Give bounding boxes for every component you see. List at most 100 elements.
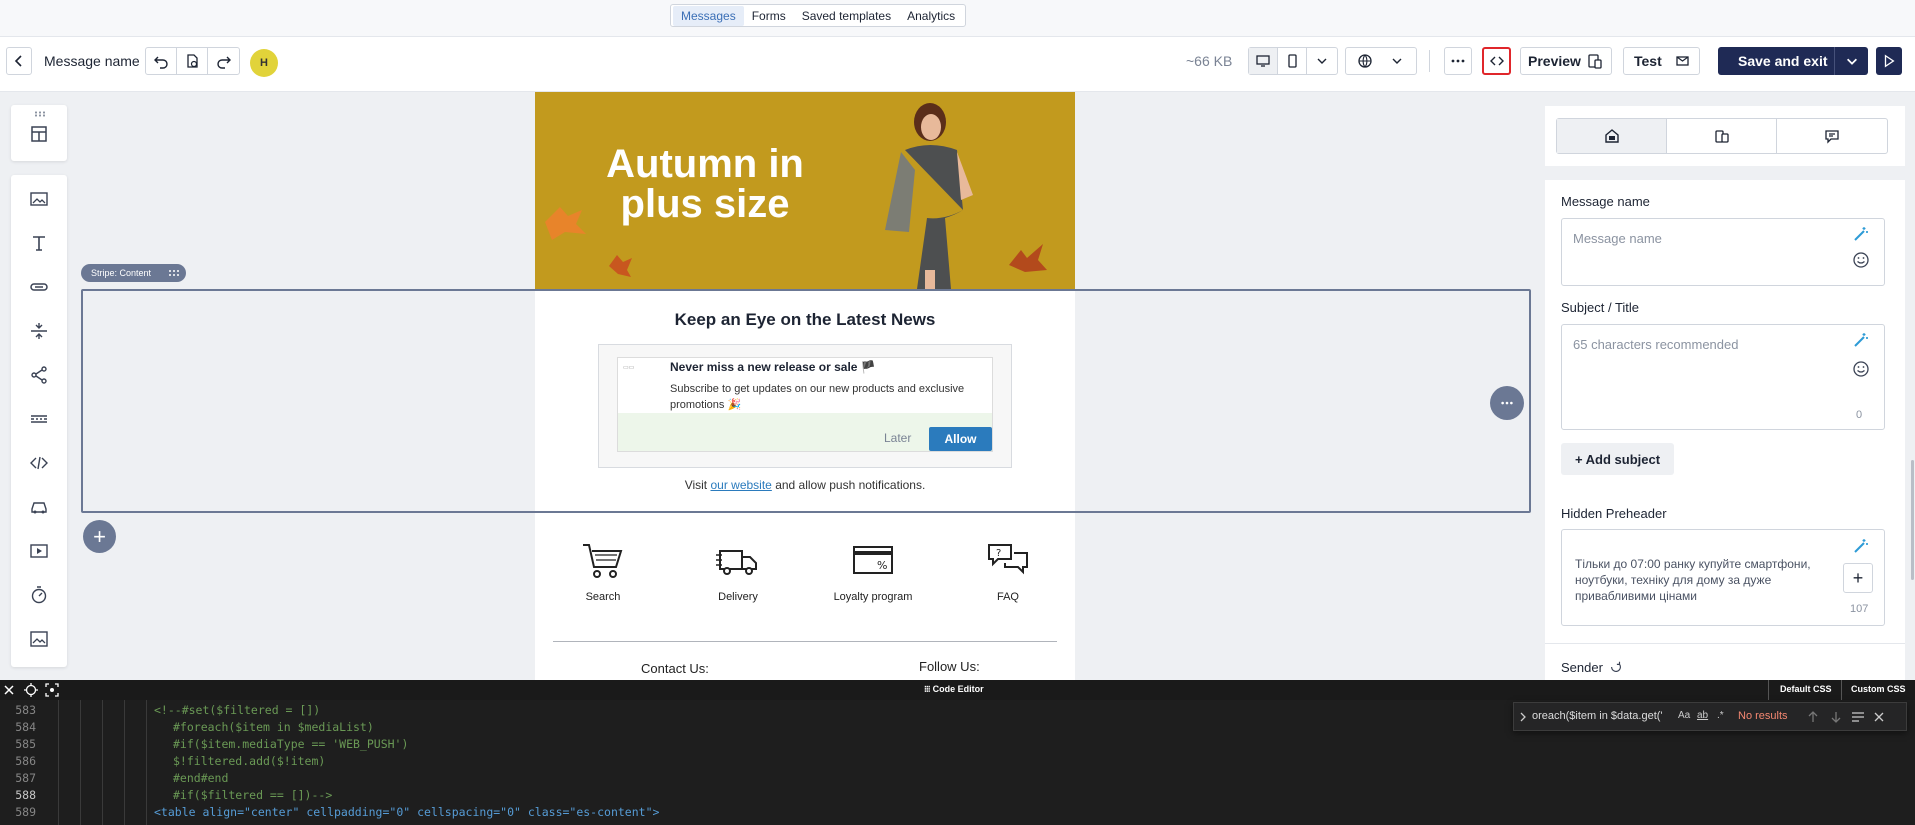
close-icon[interactable] (1874, 712, 1884, 722)
indent-guide (58, 700, 59, 825)
reset-icon[interactable] (1609, 660, 1623, 674)
avatar[interactable]: H (250, 49, 278, 77)
tab-message-settings[interactable] (1777, 119, 1887, 153)
message-name-title[interactable]: Message name (44, 53, 140, 69)
magic-wand-icon[interactable] (1852, 331, 1870, 349)
emoji-icon[interactable] (1852, 360, 1870, 378)
button-block-tool[interactable] (26, 274, 52, 300)
find-input[interactable]: oreach($item in $data.get(' (1532, 710, 1680, 722)
chevron-right-icon[interactable] (1518, 712, 1528, 722)
envelope-open-icon (1604, 129, 1619, 143)
spacer-block-tool[interactable] (26, 318, 52, 344)
add-stripe-button[interactable]: + (83, 520, 116, 553)
code-editor-title-wrap[interactable]: ⁝⁝⁝ Code Editor (924, 684, 984, 695)
find-in-selection-icon[interactable] (1852, 712, 1864, 722)
drag-grip-icon: ⁝⁝⁝ (924, 684, 931, 694)
tab-saved-templates[interactable]: Saved templates (794, 6, 899, 26)
tab-messages[interactable]: Messages (673, 5, 744, 26)
toolbar-divider (1429, 50, 1430, 72)
emoji-icon[interactable] (1852, 251, 1870, 269)
drag-handle-icon[interactable] (34, 111, 46, 117)
feature-loyalty-program[interactable]: % Loyalty program (813, 541, 933, 603)
feature-faq[interactable]: ? FAQ (948, 541, 1068, 603)
device-dropdown[interactable] (1307, 48, 1337, 74)
add-subject-button[interactable]: + Add subject (1561, 443, 1674, 475)
code-editor-button[interactable] (1482, 47, 1511, 75)
arrow-up-icon[interactable] (1808, 711, 1818, 723)
sender-label: Sender (1561, 660, 1603, 675)
subject-input[interactable]: 65 characters recommended (1561, 324, 1885, 430)
later-button[interactable]: Later (884, 431, 911, 445)
code-line: <!--#set($filtered = []) (154, 703, 321, 717)
drag-grip-icon[interactable] (168, 269, 180, 277)
save-and-exit-button[interactable]: Save and exit (1718, 47, 1868, 75)
follow-heading[interactable]: Follow Us: (919, 659, 980, 674)
default-css-tab[interactable]: Default CSS (1780, 684, 1832, 694)
section-tabs: Messages Forms Saved templates Analytics (670, 4, 967, 27)
versions-button[interactable] (177, 48, 209, 74)
tab-forms[interactable]: Forms (744, 6, 794, 26)
code-line: <table align="center" cellpadding="0" ce… (154, 805, 660, 819)
html-block-tool[interactable] (26, 450, 52, 476)
whole-word-toggle[interactable]: ab (1697, 710, 1708, 721)
text-block-tool[interactable] (26, 230, 52, 256)
tab-mobile-settings[interactable] (1667, 119, 1777, 153)
stripe-label[interactable]: Stripe: Content (81, 264, 186, 282)
run-button[interactable] (1876, 47, 1902, 75)
text-icon (33, 236, 45, 251)
preview-button[interactable]: Preview (1520, 47, 1612, 75)
target-icon[interactable] (24, 683, 38, 697)
insert-variable-button[interactable]: + (1843, 563, 1873, 593)
close-icon[interactable] (4, 685, 14, 695)
website-link[interactable]: our website (710, 478, 771, 492)
image-block-tool[interactable] (26, 186, 52, 212)
language-dropdown[interactable] (1345, 47, 1417, 75)
stripe-more-button[interactable] (1490, 386, 1524, 420)
magic-wand-icon[interactable] (1852, 537, 1870, 555)
feature-search[interactable]: Search (543, 541, 663, 603)
blocks-panel-top (11, 105, 67, 161)
banner-block-tool[interactable] (26, 626, 52, 652)
mobile-view-button[interactable] (1278, 48, 1307, 74)
desktop-view-button[interactable] (1249, 48, 1278, 74)
divider-block-tool[interactable] (26, 406, 52, 432)
panel-scrollbar[interactable] (1911, 460, 1914, 580)
feature-delivery[interactable]: Delivery (678, 541, 798, 603)
hero-banner[interactable]: Autumn in plus size (535, 92, 1075, 289)
structure-tool[interactable] (26, 121, 52, 147)
video-block-tool[interactable] (26, 538, 52, 564)
tab-analytics[interactable]: Analytics (899, 6, 963, 26)
video-icon (30, 544, 48, 558)
back-button[interactable] (6, 47, 32, 75)
save-options-dropdown[interactable] (1834, 47, 1868, 75)
model-figure-image (885, 103, 973, 289)
feature-label: Search (585, 591, 621, 603)
subject-placeholder: 65 characters recommended (1573, 337, 1739, 352)
code-line: #if($filtered == [])--> (173, 788, 333, 802)
banner-icon (30, 631, 48, 647)
autumn-leaf-icon (545, 207, 586, 240)
redo-button[interactable] (208, 48, 239, 74)
ellipsis-icon (1451, 59, 1465, 63)
message-name-input[interactable]: Message name (1561, 218, 1885, 286)
custom-css-tab[interactable]: Custom CSS (1851, 684, 1906, 694)
more-options-button[interactable] (1444, 47, 1472, 75)
tab-email-settings[interactable] (1557, 119, 1667, 153)
visit-text[interactable]: Visit our website and allow push notific… (535, 478, 1075, 492)
timer-block-tool[interactable] (26, 582, 52, 608)
magic-wand-icon[interactable] (1852, 225, 1870, 243)
mobile-devices-icon (1714, 130, 1729, 143)
news-heading[interactable]: Keep an Eye on the Latest News (535, 310, 1075, 330)
allow-button[interactable]: Allow (929, 427, 992, 451)
social-block-tool[interactable] (26, 362, 52, 388)
fullscreen-icon[interactable] (45, 683, 59, 697)
top-navigation: Messages Forms Saved templates Analytics (0, 0, 1915, 44)
match-case-toggle[interactable]: Aa (1678, 710, 1690, 721)
undo-button[interactable] (146, 48, 177, 74)
regex-toggle[interactable]: .* (1717, 710, 1724, 721)
contact-heading[interactable]: Contact Us: (641, 661, 709, 676)
arrow-down-icon[interactable] (1831, 711, 1841, 723)
amp-block-tool[interactable] (26, 494, 52, 520)
test-button[interactable]: Test (1623, 47, 1700, 75)
feature-label: Delivery (718, 591, 758, 603)
